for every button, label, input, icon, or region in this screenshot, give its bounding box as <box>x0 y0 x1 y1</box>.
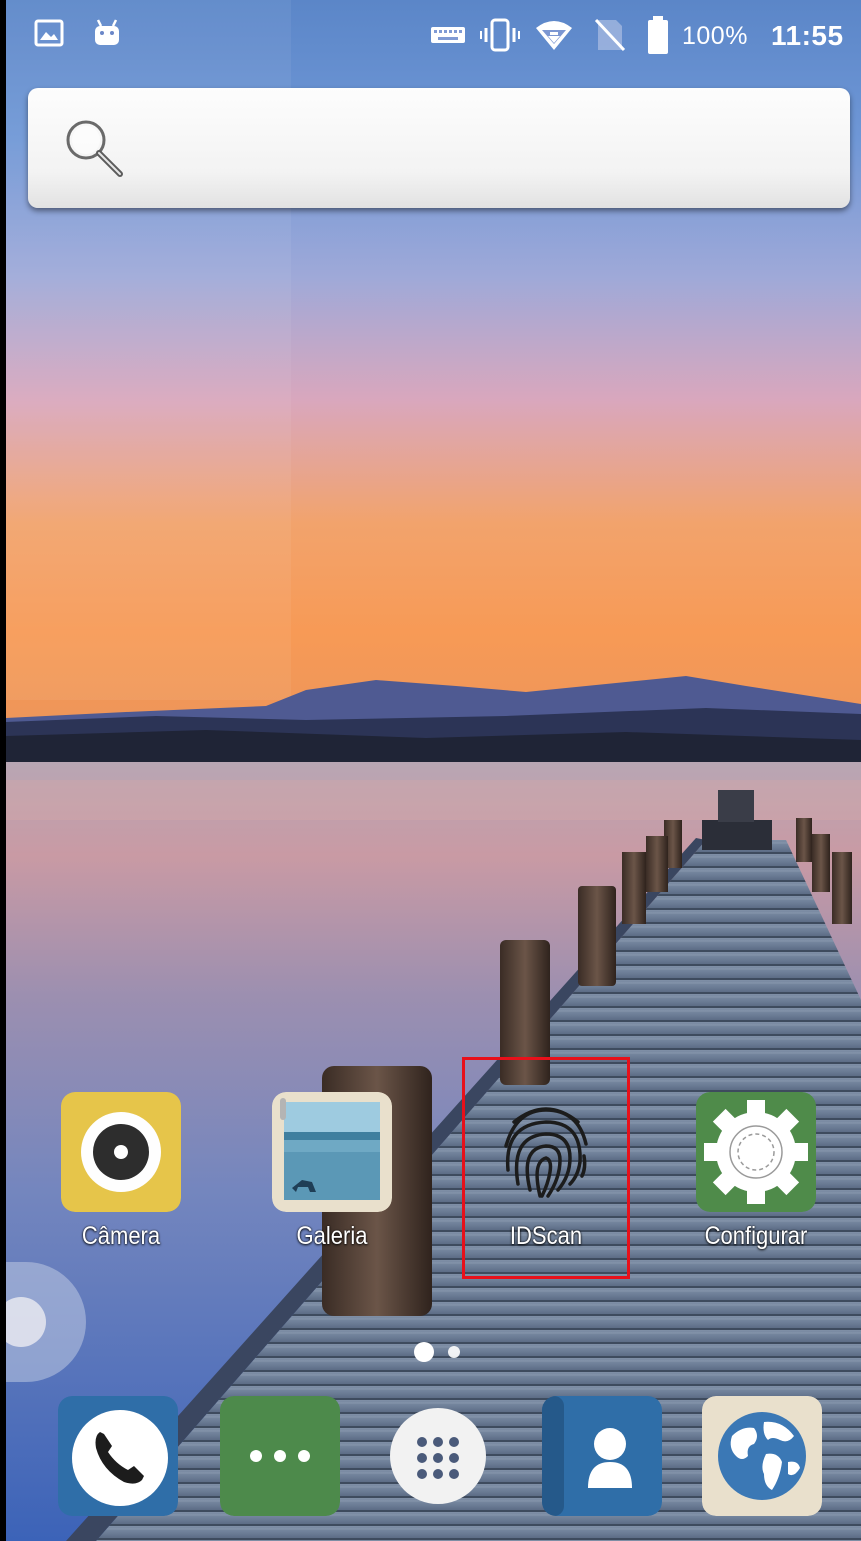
search-icon <box>66 120 123 177</box>
android-icon <box>95 19 119 45</box>
phone-icon[interactable] <box>58 1396 178 1516</box>
battery-icon <box>648 16 668 54</box>
no-sim-icon <box>594 18 626 52</box>
battery-percentage: 100% <box>682 22 748 50</box>
wallpaper <box>6 0 861 1541</box>
wifi-icon <box>536 21 572 50</box>
keyboard-icon <box>431 27 465 43</box>
gallery-notification-icon <box>34 19 64 47</box>
page-dot[interactable] <box>448 1346 460 1358</box>
app-drawer-icon[interactable] <box>378 1396 498 1516</box>
search-bar[interactable] <box>28 88 850 208</box>
contacts-icon[interactable] <box>542 1396 662 1516</box>
clock: 11:55 <box>771 20 844 51</box>
app-label: Câmera <box>81 1222 161 1250</box>
gallery-icon <box>272 1092 392 1212</box>
app-label: Configurar <box>704 1222 808 1250</box>
messages-icon[interactable] <box>220 1396 340 1516</box>
settings-gear-icon <box>696 1092 816 1212</box>
browser-globe-icon[interactable] <box>702 1396 822 1516</box>
home-screen: 100% 11:55 Câmera Galeria IDScan Configu… <box>6 0 861 1541</box>
app-label: Galeria <box>296 1222 368 1250</box>
status-bar: 100% 11:55 <box>6 0 861 76</box>
page-dot-active <box>414 1342 434 1362</box>
vibrate-icon <box>480 18 520 52</box>
idscan-highlight-box <box>462 1057 630 1279</box>
camera-icon <box>61 1092 181 1212</box>
